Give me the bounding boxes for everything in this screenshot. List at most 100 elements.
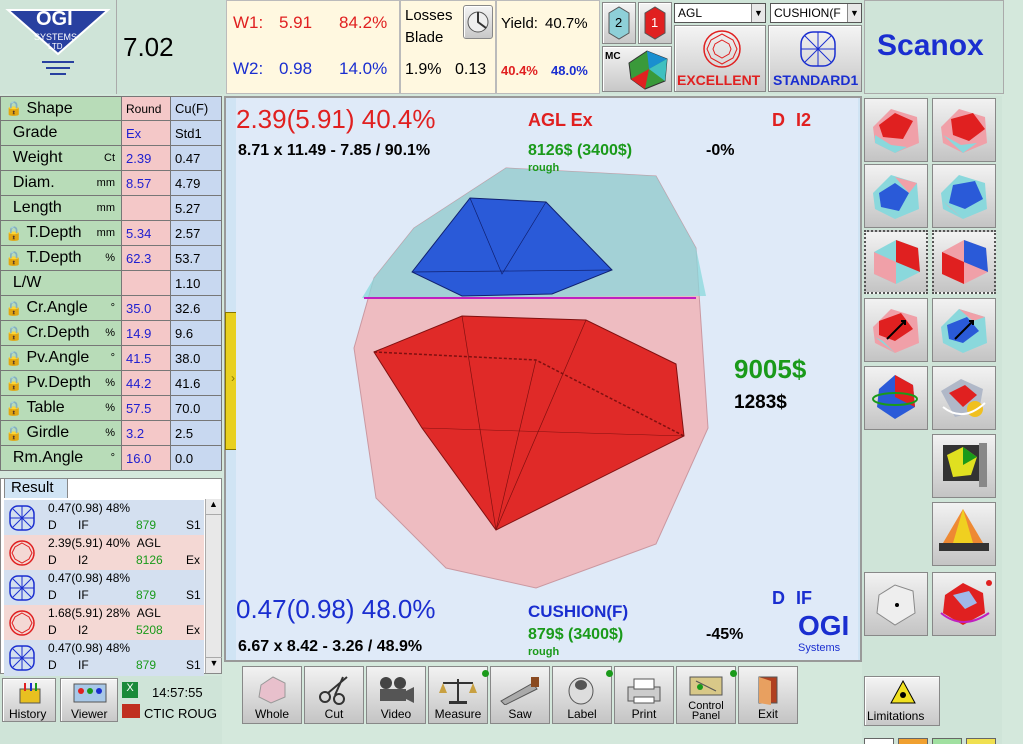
- whole-button[interactable]: Whole: [242, 666, 302, 724]
- lock-icon[interactable]: 🔒: [5, 250, 22, 267]
- param-label-cell[interactable]: 🔒 Cr.Angle °: [0, 296, 122, 321]
- param-cushion-value[interactable]: 70.0: [171, 396, 222, 421]
- param-cushion-value[interactable]: 38.0: [171, 346, 222, 371]
- blade-button[interactable]: [463, 5, 493, 39]
- param-cushion-value[interactable]: 41.6: [171, 371, 222, 396]
- f2-key[interactable]: F2: [898, 738, 928, 744]
- param-cushion-value[interactable]: 53.7: [171, 246, 222, 271]
- param-cushion-value[interactable]: 9.6: [171, 321, 222, 346]
- param-label-cell[interactable]: 🔒 Pv.Depth%: [0, 371, 122, 396]
- print-button[interactable]: Print: [614, 666, 674, 724]
- lock-icon[interactable]: 🔒: [5, 400, 22, 417]
- scan-button[interactable]: [932, 434, 996, 498]
- param-cushion-value[interactable]: 0.0: [171, 446, 222, 471]
- grade-system-select[interactable]: AGL ▼: [674, 3, 766, 23]
- stone-2-button[interactable]: 2: [602, 2, 636, 44]
- lock-icon[interactable]: 🔒: [5, 350, 22, 367]
- lock-icon[interactable]: 🔒: [5, 425, 22, 442]
- video-button[interactable]: Video: [366, 666, 426, 724]
- exit-button[interactable]: Exit: [738, 666, 798, 724]
- round-cut-grade-button[interactable]: EXCELLENT: [674, 25, 766, 92]
- label-button[interactable]: Label: [552, 666, 612, 724]
- param-cushion-value[interactable]: 2.5: [171, 421, 222, 446]
- param-label-cell[interactable]: .Grade: [0, 121, 122, 146]
- lock-icon[interactable]: 🔒: [5, 225, 22, 242]
- param-label-cell[interactable]: 🔒 Pv.Angle °: [0, 346, 122, 371]
- view-top-red-button[interactable]: [864, 98, 928, 162]
- f3-key[interactable]: F3: [932, 738, 962, 744]
- chevron-down-icon[interactable]: ▼: [751, 4, 765, 22]
- cushion-cut-grade-button[interactable]: STANDARD1: [768, 25, 862, 92]
- param-label-cell[interactable]: .L/W: [0, 271, 122, 296]
- param-round-value[interactable]: 8.57: [122, 171, 171, 196]
- mc-button[interactable]: MC: [602, 46, 672, 92]
- saw-button[interactable]: Saw: [490, 666, 550, 724]
- param-label-cell[interactable]: .Diam.mm: [0, 171, 122, 196]
- result-tab[interactable]: Result: [4, 478, 68, 498]
- view-blue-button[interactable]: [864, 164, 928, 228]
- param-label-cell[interactable]: .Lengthmm: [0, 196, 122, 221]
- param-label-cell[interactable]: .WeightCt: [0, 146, 122, 171]
- view-split-2-button[interactable]: [932, 230, 996, 294]
- param-round-value[interactable]: [122, 271, 171, 296]
- result-item[interactable]: 1.68(5.91) 28% AGL D I2 5208 Ex: [4, 605, 204, 641]
- scroll-down-icon[interactable]: ▼: [206, 657, 222, 673]
- f1-key[interactable]: F1: [864, 738, 894, 744]
- result-scrollbar[interactable]: ▲ ▼: [205, 499, 222, 673]
- param-round-value[interactable]: Round: [122, 96, 171, 121]
- param-round-value[interactable]: 16.0: [122, 446, 171, 471]
- hand-rotate-button[interactable]: [932, 366, 996, 430]
- view-top-red-2-button[interactable]: [932, 98, 996, 162]
- cut-view-button[interactable]: [932, 572, 996, 636]
- param-label-cell[interactable]: 🔒 Table%: [0, 396, 122, 421]
- viewer-button[interactable]: Viewer: [60, 678, 118, 722]
- param-label-cell[interactable]: 🔒 T.Depth mm: [0, 221, 122, 246]
- view-split-button[interactable]: [864, 230, 928, 294]
- limitations-button[interactable]: Limitations: [864, 676, 940, 726]
- excel-icon[interactable]: X: [122, 682, 138, 698]
- lock-icon[interactable]: 🔒: [5, 100, 22, 117]
- param-cushion-value[interactable]: Std1: [171, 121, 222, 146]
- param-round-value[interactable]: [122, 196, 171, 221]
- laser-button[interactable]: [932, 502, 996, 566]
- param-cushion-value[interactable]: 0.47: [171, 146, 222, 171]
- param-cushion-value[interactable]: 2.57: [171, 221, 222, 246]
- param-round-value[interactable]: 2.39: [122, 146, 171, 171]
- report-icon[interactable]: [122, 704, 140, 718]
- result-item[interactable]: 0.47(0.98) 48% D IF 879 S1: [4, 500, 204, 536]
- param-label-cell[interactable]: 🔒 Cr.Depth%: [0, 321, 122, 346]
- swap-red-button[interactable]: [864, 298, 928, 362]
- history-button[interactable]: History: [2, 678, 56, 722]
- view-blue-2-button[interactable]: [932, 164, 996, 228]
- param-cushion-value[interactable]: 5.27: [171, 196, 222, 221]
- param-cushion-value[interactable]: 4.79: [171, 171, 222, 196]
- result-item[interactable]: 0.47(0.98) 48% D IF 879 S1: [4, 570, 204, 606]
- scroll-up-icon[interactable]: ▲: [206, 499, 221, 515]
- param-cushion-value[interactable]: Cu(F): [171, 96, 222, 121]
- lock-icon[interactable]: 🔒: [5, 325, 22, 342]
- param-round-value[interactable]: 5.34: [122, 221, 171, 246]
- param-cushion-value[interactable]: 1.10: [171, 271, 222, 296]
- lock-icon[interactable]: 🔒: [5, 300, 22, 317]
- shape-select[interactable]: CUSHION(F ▼: [770, 3, 862, 23]
- lock-icon[interactable]: 🔒: [5, 375, 22, 392]
- param-label-cell[interactable]: 🔒 Girdle%: [0, 421, 122, 446]
- measure-button[interactable]: Measure: [428, 666, 488, 724]
- param-round-value[interactable]: 3.2: [122, 421, 171, 446]
- param-round-value[interactable]: 35.0: [122, 296, 171, 321]
- result-item[interactable]: 2.39(5.91) 40% AGL D I2 8126 Ex: [4, 535, 204, 571]
- stone-1-button[interactable]: 1: [638, 2, 672, 44]
- cut-button[interactable]: Cut: [304, 666, 364, 724]
- param-round-value[interactable]: Ex: [122, 121, 171, 146]
- param-label-cell[interactable]: 🔒 Shape: [0, 96, 122, 121]
- param-round-value[interactable]: 57.5: [122, 396, 171, 421]
- result-item[interactable]: 0.47(0.98) 48% D IF 879 S1: [4, 640, 204, 676]
- rough-view-button[interactable]: [864, 572, 928, 636]
- param-label-cell[interactable]: .Rm.Angle°: [0, 446, 122, 471]
- swap-blue-button[interactable]: [932, 298, 996, 362]
- rotate-stones-button[interactable]: [864, 366, 928, 430]
- chevron-down-icon[interactable]: ▼: [847, 4, 861, 22]
- param-round-value[interactable]: 62.3: [122, 246, 171, 271]
- f4-key[interactable]: F4: [966, 738, 996, 744]
- viewer-canvas[interactable]: 2.39(5.91) 40.4% 8.71 x 11.49 - 7.85 / 9…: [236, 98, 858, 660]
